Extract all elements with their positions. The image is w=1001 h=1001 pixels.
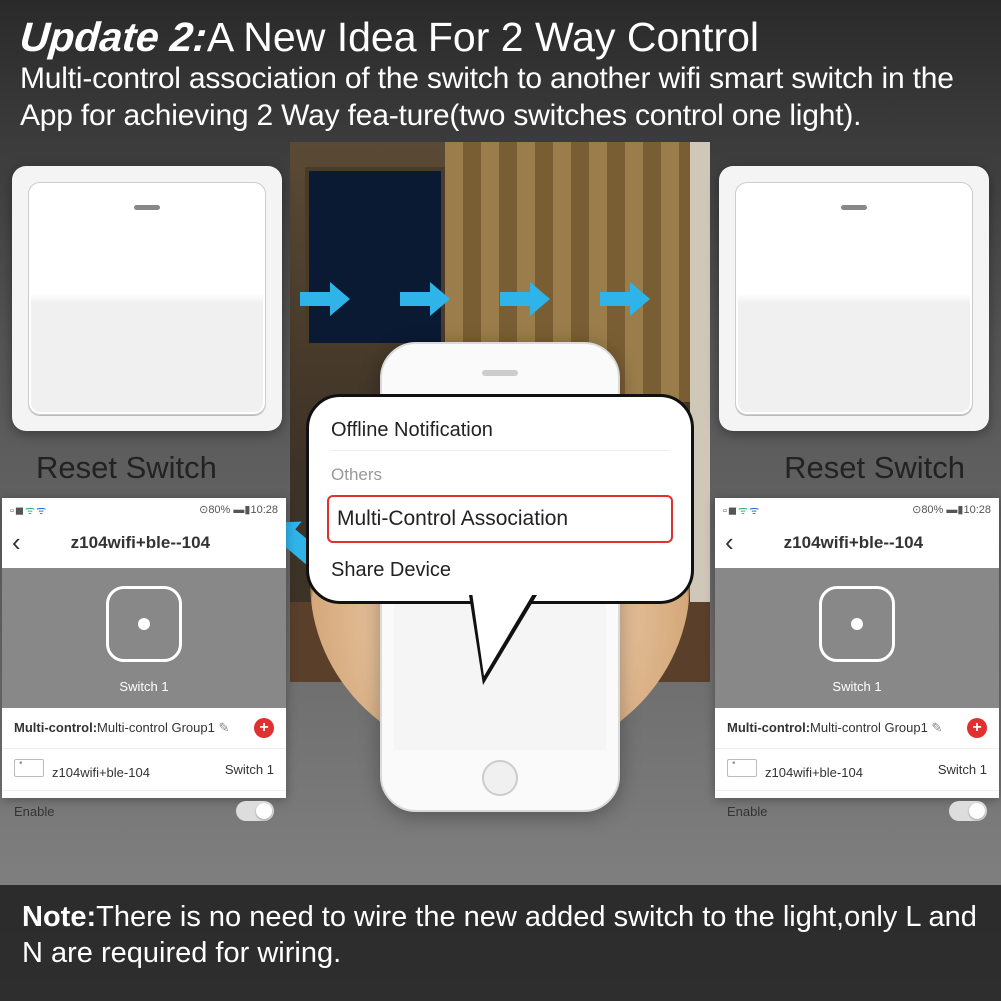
- footer-note: Note:There is no need to wire the new ad…: [0, 885, 1001, 1001]
- row-device-name: z104wifi+ble-104: [765, 765, 863, 780]
- reset-label-right: Reset Switch: [784, 450, 965, 486]
- arrow-right-icon: [500, 282, 550, 316]
- callout-offline: Offline Notification: [331, 411, 669, 451]
- enable-label: Enable: [14, 804, 54, 819]
- back-button[interactable]: ‹: [12, 527, 21, 558]
- note-bold: Note:: [22, 901, 96, 933]
- device-name: Switch 1: [715, 679, 999, 694]
- arrow-right-icon: [300, 282, 350, 316]
- row-device-name: z104wifi+ble-104: [52, 765, 150, 780]
- arrow-right-icon: [600, 282, 650, 316]
- wall-switch-left: [12, 166, 282, 431]
- multi-control-row: Multi-control:Multi-control Group1 ✎ +: [2, 708, 286, 749]
- title-bold: Update 2:: [18, 14, 209, 61]
- callout-popup: Offline Notification Others Multi-Contro…: [306, 394, 694, 604]
- app-screenshot-left: ▫◼ᯤᯤ ⊙80% ▬▮10:28 ‹ z104wifi+ble--104 Sw…: [2, 498, 286, 798]
- device-dot-icon: [138, 618, 150, 630]
- note-text: There is no need to wire the new added s…: [22, 901, 977, 969]
- mc-group: Multi-control Group1: [810, 720, 928, 735]
- description: Multi-control association of the switch …: [20, 61, 981, 134]
- main-illustration: Tap-to-Run and Automation› Third-party A…: [0, 142, 1001, 682]
- app-screenshot-right: ▫◼ᯤᯤ ⊙80% ▬▮10:28 ‹ z104wifi+ble--104 Sw…: [715, 498, 999, 798]
- title: Update 2:A New Idea For 2 Way Control: [20, 14, 981, 61]
- battery-level: 80%: [921, 504, 943, 516]
- device-visual: Switch 1: [715, 568, 999, 708]
- switch-tile-icon: [14, 759, 44, 777]
- device-tile[interactable]: [819, 586, 895, 662]
- status-bar: ▫◼ᯤᯤ ⊙80% ▬▮10:28: [2, 498, 286, 523]
- enable-row: Enable: [2, 791, 286, 831]
- device-row: z104wifi+ble-104 Switch 1: [715, 749, 999, 791]
- add-button[interactable]: +: [967, 718, 987, 738]
- status-bar: ▫◼ᯤᯤ ⊙80% ▬▮10:28: [715, 498, 999, 523]
- mc-group: Multi-control Group1: [97, 720, 215, 735]
- status-time: 10:28: [963, 504, 991, 516]
- status-time: 10:28: [250, 504, 278, 516]
- device-dot-icon: [851, 618, 863, 630]
- title-rest: A New Idea For 2 Way Control: [207, 14, 759, 60]
- header: Update 2:A New Idea For 2 Way Control Mu…: [0, 0, 1001, 142]
- device-row: z104wifi+ble-104 Switch 1: [2, 749, 286, 791]
- phone-home-button: [482, 760, 518, 796]
- mc-label: Multi-control:: [14, 720, 97, 735]
- enable-label: Enable: [727, 804, 767, 819]
- multi-control-row: Multi-control:Multi-control Group1 ✎ +: [715, 708, 999, 749]
- app-header: ‹ z104wifi+ble--104: [2, 523, 286, 568]
- pencil-icon[interactable]: ✎: [931, 720, 942, 735]
- reset-label-left: Reset Switch: [36, 450, 217, 486]
- device-tile[interactable]: [106, 586, 182, 662]
- callout-tail: [469, 595, 537, 685]
- enable-toggle[interactable]: [949, 801, 987, 821]
- wall-switch-right: [719, 166, 989, 431]
- app-title: z104wifi+ble--104: [71, 533, 210, 553]
- callout-others: Others: [331, 451, 669, 491]
- arrow-right-icon: [400, 282, 450, 316]
- switch-tile-icon: [727, 759, 757, 777]
- enable-row: Enable: [715, 791, 999, 831]
- status-right: ⊙80% ▬▮10:28: [912, 503, 991, 518]
- row-switch-name: Switch 1: [225, 762, 274, 777]
- device-name: Switch 1: [2, 679, 286, 694]
- back-button[interactable]: ‹: [725, 527, 734, 558]
- row-switch-name: Switch 1: [938, 762, 987, 777]
- device-visual: Switch 1: [2, 568, 286, 708]
- app-title: z104wifi+ble--104: [784, 533, 923, 553]
- switch-button-right: [735, 182, 973, 415]
- callout-share: Share Device: [331, 547, 669, 590]
- battery-level: 80%: [208, 504, 230, 516]
- mc-label: Multi-control:: [727, 720, 810, 735]
- callout-mca-highlighted: Multi-Control Association: [327, 495, 673, 543]
- phone-speaker: [482, 370, 518, 376]
- status-right: ⊙80% ▬▮10:28: [199, 503, 278, 518]
- status-icons-left: ▫◼ᯤᯤ: [723, 503, 760, 518]
- wall-graphic: [690, 142, 710, 682]
- pencil-icon[interactable]: ✎: [218, 720, 229, 735]
- status-icons-left: ▫◼ᯤᯤ: [10, 503, 47, 518]
- app-header: ‹ z104wifi+ble--104: [715, 523, 999, 568]
- enable-toggle[interactable]: [236, 801, 274, 821]
- add-button[interactable]: +: [254, 718, 274, 738]
- window-graphic: [305, 167, 445, 347]
- switch-button-left: [28, 182, 266, 415]
